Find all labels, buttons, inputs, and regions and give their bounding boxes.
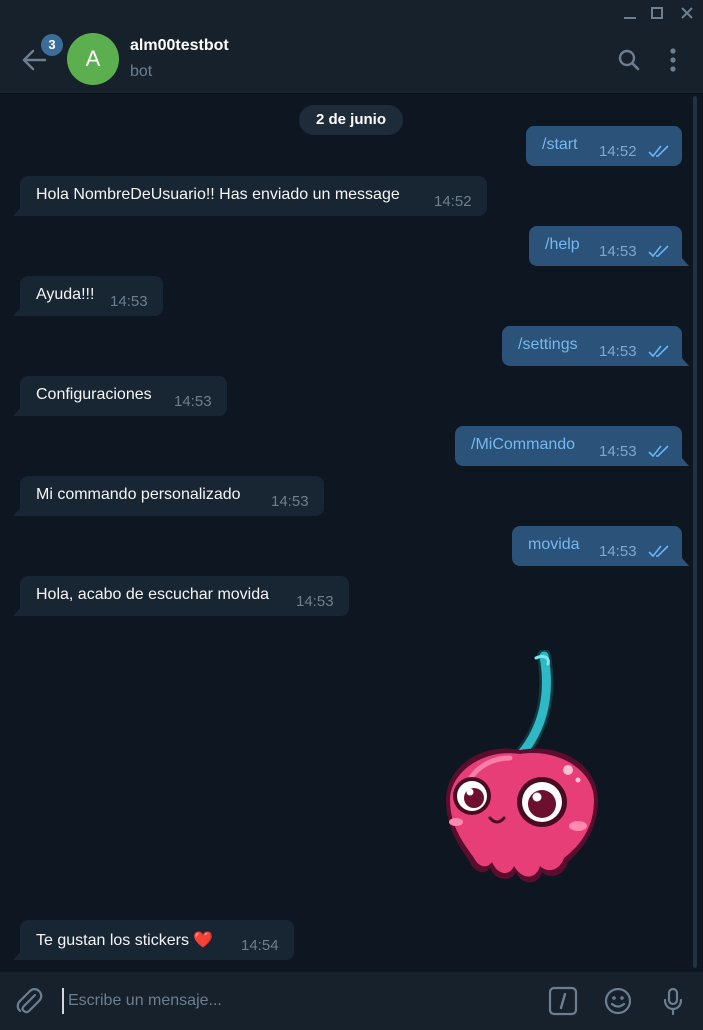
- message-text: /MiCommando: [471, 436, 576, 453]
- outgoing-message[interactable]: /MiCommando 14:53: [455, 426, 689, 466]
- message-input[interactable]: Escribe un mensaje...: [62, 988, 528, 1014]
- incoming-message[interactable]: Hola NombreDeUsuario!! Has enviado un me…: [13, 176, 487, 216]
- message-time: 14:53: [271, 493, 309, 510]
- message-time: 14:53: [174, 393, 212, 410]
- incoming-message[interactable]: Mi commando personalizado 14:53: [13, 476, 324, 516]
- message-list: 2 de junio /start 14:52 Hola NombreDeUsu…: [0, 94, 703, 972]
- date-separator: 2 de junio: [299, 105, 403, 135]
- emoji-icon[interactable]: [603, 986, 633, 1016]
- bot-commands-icon[interactable]: [548, 986, 578, 1016]
- message-time: 14:53: [296, 593, 334, 610]
- message-text: /help: [545, 236, 580, 253]
- double-check-icon: [648, 345, 669, 358]
- incoming-message[interactable]: Te gustan los stickers ❤️ 14:54: [13, 920, 294, 960]
- message-text: /settings: [518, 336, 578, 353]
- message-time: 14:53: [599, 243, 637, 260]
- more-vertical-icon[interactable]: [660, 47, 686, 73]
- close-icon[interactable]: [676, 3, 698, 23]
- double-check-icon: [648, 245, 669, 258]
- message-time: 14:52: [434, 193, 472, 210]
- message-time: 14:53: [599, 443, 637, 460]
- outgoing-message[interactable]: /help 14:53: [529, 226, 689, 266]
- attach-icon[interactable]: [14, 986, 44, 1016]
- chat-title[interactable]: alm00testbot: [130, 37, 229, 55]
- double-check-icon: [648, 445, 669, 458]
- message-time: 14:53: [110, 293, 148, 310]
- search-icon[interactable]: [616, 47, 642, 73]
- message-text: Configuraciones: [36, 386, 152, 403]
- outgoing-message[interactable]: /settings 14:53: [502, 326, 689, 366]
- cherry-sticker[interactable]: [440, 650, 604, 898]
- message-composer: Escribe un mensaje...: [0, 972, 703, 1030]
- incoming-message[interactable]: Hola, acabo de escuchar movida 14:53: [13, 576, 349, 616]
- outgoing-message[interactable]: /start 14:52: [526, 126, 682, 166]
- message-text: Te gustan los stickers ❤️: [36, 932, 214, 949]
- message-text: movida: [528, 536, 580, 553]
- maximize-icon[interactable]: [646, 3, 668, 23]
- minimize-icon[interactable]: [619, 3, 641, 23]
- double-check-icon: [648, 145, 669, 158]
- microphone-icon[interactable]: [658, 986, 688, 1016]
- avatar[interactable]: A: [67, 33, 119, 85]
- double-check-icon: [648, 545, 669, 558]
- scrollbar[interactable]: [693, 96, 697, 968]
- chat-header: 3 A alm00testbot bot: [0, 25, 703, 94]
- message-text: Ayuda!!!: [36, 286, 95, 303]
- incoming-message[interactable]: Ayuda!!! 14:53: [13, 276, 163, 316]
- message-text: Mi commando personalizado: [36, 486, 241, 503]
- message-time: 14:53: [599, 343, 637, 360]
- chat-status: bot: [130, 63, 153, 80]
- outgoing-message[interactable]: movida 14:53: [512, 526, 689, 566]
- telegram-window: 3 A alm00testbot bot 2 de junio /start 1…: [0, 0, 703, 1030]
- message-time: 14:54: [241, 937, 279, 954]
- unread-badge: 3: [41, 34, 63, 56]
- message-text: Hola, acabo de escuchar movida: [36, 586, 270, 603]
- message-time: 14:52: [599, 143, 637, 160]
- window-titlebar: [0, 0, 703, 25]
- message-time: 14:53: [599, 543, 637, 560]
- message-text: /start: [542, 136, 578, 153]
- message-text: Hola NombreDeUsuario!! Has enviado un me…: [36, 186, 400, 203]
- incoming-message[interactable]: Configuraciones 14:53: [13, 376, 227, 416]
